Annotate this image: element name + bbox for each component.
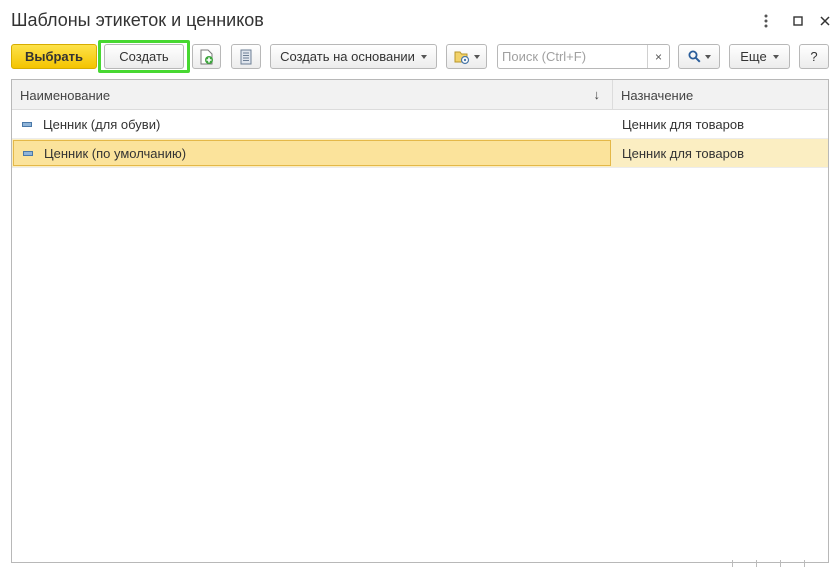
chevron-down-icon xyxy=(473,54,480,59)
chevron-down-icon xyxy=(420,54,427,59)
chevron-down-icon xyxy=(704,54,711,59)
maximize-icon xyxy=(793,16,803,26)
bottom-nav-divider xyxy=(780,560,781,567)
chevron-down-icon xyxy=(772,54,779,59)
item-icon xyxy=(22,121,32,127)
table-cell-purpose: Ценник для товаров xyxy=(622,145,744,161)
search-options-button[interactable] xyxy=(678,44,720,69)
column-header-name[interactable]: Наименование ↓ xyxy=(12,80,613,110)
list-settings-button[interactable] xyxy=(231,44,261,69)
window-title: Шаблоны этикеток и ценников xyxy=(11,10,264,30)
copy-button[interactable] xyxy=(192,44,221,69)
column-header-purpose[interactable]: Назначение xyxy=(613,80,828,110)
table-header: Наименование ↓ Назначение xyxy=(12,80,828,110)
add-copy-icon xyxy=(200,49,213,64)
more-label: Еще xyxy=(740,49,767,64)
close-icon xyxy=(820,16,830,26)
more-window-actions-button[interactable] xyxy=(755,10,777,32)
bottom-nav-divider xyxy=(804,560,805,567)
search-icon xyxy=(688,50,701,63)
close-window-button[interactable] xyxy=(814,10,836,32)
maximize-button[interactable] xyxy=(787,10,809,32)
report-settings-button[interactable] xyxy=(446,44,487,69)
row-name-text: Ценник (по умолчанию) xyxy=(44,145,187,161)
row-name-text: Ценник (для обуви) xyxy=(43,116,161,132)
more-vertical-icon xyxy=(764,14,768,28)
bottom-nav-divider xyxy=(756,560,757,567)
create-based-on-label: Создать на основании xyxy=(280,49,415,64)
bottom-nav-divider xyxy=(732,560,733,567)
clear-search-button[interactable]: × xyxy=(647,45,669,68)
table-cell-purpose: Ценник для товаров xyxy=(622,116,744,132)
list-icon xyxy=(240,49,252,64)
item-icon xyxy=(23,150,33,156)
templates-table: Наименование ↓ Назначение Ценник (для об… xyxy=(11,79,829,563)
search-input[interactable] xyxy=(498,46,648,67)
sort-arrow-icon: ↓ xyxy=(593,87,601,102)
table-cell-name: Ценник (по умолчанию) xyxy=(13,140,611,166)
help-button[interactable]: ? xyxy=(799,44,829,69)
more-button[interactable]: Еще xyxy=(729,44,790,69)
table-cell-name: Ценник (для обуви) xyxy=(12,110,612,138)
table-row-selected[interactable]: Ценник (по умолчанию) Ценник для товаров xyxy=(12,139,828,168)
create-button[interactable]: Создать xyxy=(104,44,184,69)
table-row[interactable]: Ценник (для обуви) Ценник для товаров xyxy=(12,110,828,139)
report-settings-icon xyxy=(454,51,469,64)
create-based-on-button[interactable]: Создать на основании xyxy=(270,44,437,69)
select-button[interactable]: Выбрать xyxy=(11,44,97,69)
search-box: × xyxy=(497,44,670,69)
